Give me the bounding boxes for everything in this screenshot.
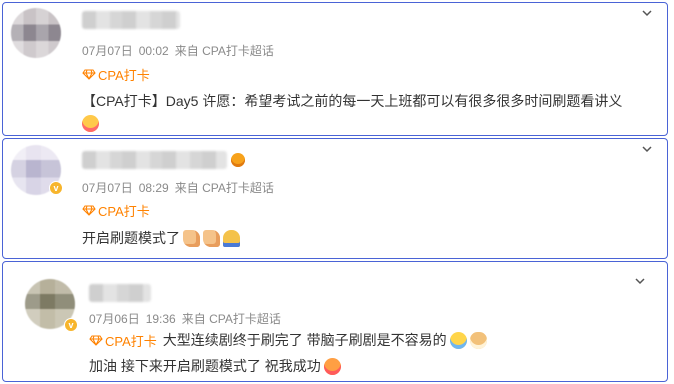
post-source[interactable]: 来自 CPA打卡超话 [175, 44, 274, 58]
diamond-gem-icon [89, 334, 103, 346]
supertopic-tag[interactable]: CPA打卡 [89, 331, 157, 350]
chevron-down-icon[interactable] [641, 7, 653, 19]
post-meta: 07月07日 00:02 来自 CPA打卡超话 [82, 42, 274, 59]
kiss-face-icon [82, 115, 99, 132]
post-text: 【CPA打卡】Day5 许愿：希望考试之前的每一天上班都可以有很多很多时间刷题看… [82, 91, 622, 111]
flexed-biceps-icon [183, 229, 200, 247]
post-meta: 07月06日 19:36 来自 CPA打卡超话 [89, 310, 281, 327]
supertopic-tag[interactable]: CPA打卡 [82, 65, 150, 84]
post-meta: 07月07日 08:29 来自 CPA打卡超话 [82, 179, 274, 196]
chevron-down-icon[interactable] [634, 275, 646, 287]
post-date[interactable]: 07月06日 [89, 312, 140, 326]
supertopic-tag[interactable]: CPA打卡 [82, 201, 150, 220]
cheering-face-icon [323, 357, 341, 375]
post-text: 开启刷题模式了 [82, 228, 240, 248]
post-source[interactable]: 来自 CPA打卡超话 [182, 312, 281, 326]
folded-hands-icon [223, 229, 240, 247]
post-text-line: 开启刷题模式了 [82, 230, 180, 246]
post-text: 加油 接下来开启刷题模式了 祝我成功 [89, 356, 341, 376]
post-source[interactable]: 来自 CPA打卡超话 [175, 181, 274, 195]
crying-face-icon [449, 331, 467, 349]
post-date[interactable]: 07月07日 [82, 44, 133, 58]
post-text-line: 【CPA打卡】Day5 许愿：希望考试之前的每一天上班都可以有很多很多时间刷题看… [82, 93, 623, 109]
heart-eyes-badge-icon [231, 153, 245, 167]
post-card: 07月07日 00:02 来自 CPA打卡超话 CPA打卡 【CPA打卡】Day5 … [2, 2, 668, 136]
flexed-biceps-icon [203, 229, 220, 247]
doge-icon [469, 331, 487, 349]
avatar[interactable] [11, 8, 61, 58]
post-time[interactable]: 08:29 [139, 181, 169, 195]
post-date[interactable]: 07月07日 [82, 181, 133, 195]
chevron-down-icon[interactable] [641, 143, 653, 155]
supertopic-label: CPA打卡 [98, 68, 150, 83]
post-card: v 07月07日 08:29 来自 CPA打卡超话 CPA打卡 开启刷题模式了 [2, 138, 668, 259]
post-text: CPA打卡 大型连续剧终于刷完了 带脑子刷剧是不容易的 [89, 330, 487, 350]
diamond-gem-icon [82, 205, 96, 216]
verified-badge-icon: v [64, 318, 78, 332]
post-emoji-line [82, 115, 99, 132]
post-card: v 07月06日 19:36 来自 CPA打卡超话 CPA打卡 大型连续剧终于刷完了… [2, 261, 668, 382]
supertopic-label: CPA打卡 [105, 333, 157, 349]
supertopic-label: CPA打卡 [98, 204, 150, 219]
post-time[interactable]: 00:02 [139, 44, 169, 58]
username-blurred[interactable] [82, 11, 180, 29]
post-time[interactable]: 19:36 [146, 312, 176, 326]
username-blurred[interactable] [82, 151, 227, 169]
post-text-line: 大型连续剧终于刷完了 带脑子刷剧是不容易的 [162, 332, 447, 348]
verified-badge-icon: v [49, 181, 63, 195]
username-blurred[interactable] [89, 284, 151, 302]
diamond-gem-icon [82, 69, 96, 80]
post-text-line: 加油 接下来开启刷题模式了 祝我成功 [89, 358, 321, 374]
